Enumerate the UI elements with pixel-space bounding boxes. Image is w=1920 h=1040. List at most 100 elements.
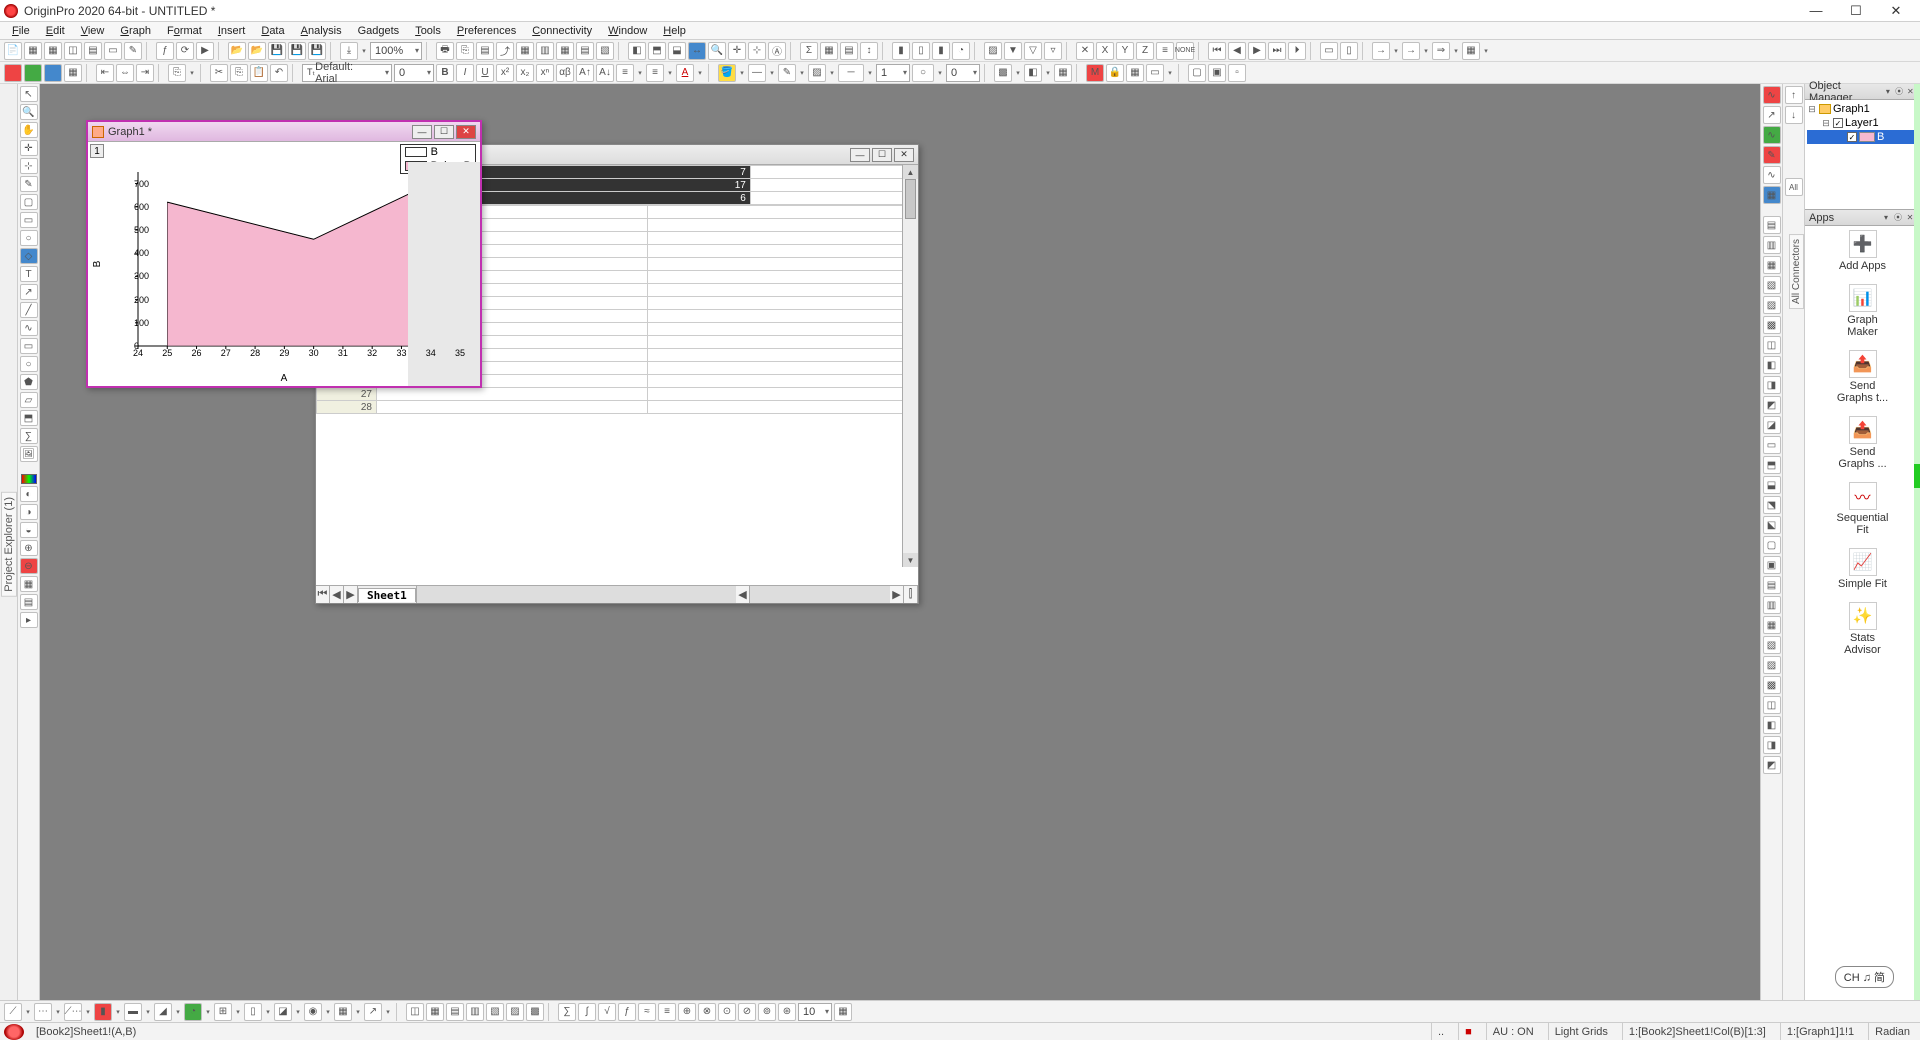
reader-button[interactable]: ✛ [728, 42, 746, 60]
mask-button[interactable]: ▨ [984, 42, 1002, 60]
save-project-button[interactable]: 💾 [308, 42, 326, 60]
rt1-5[interactable]: ∿ [1763, 166, 1781, 184]
sheet-split[interactable]: ⫿ [904, 586, 918, 603]
bt-templ-2[interactable]: ▦ [426, 1003, 444, 1021]
object-manager-header[interactable]: Object Manager ▾ ⦿ ✕ [1805, 84, 1920, 100]
checkbox-icon[interactable]: ✓ [1847, 132, 1857, 142]
print-button[interactable]: 🖶 [436, 42, 454, 60]
pan-tool[interactable]: ✋ [20, 122, 38, 138]
apps-pin-icon[interactable]: ⦿ [1892, 212, 1904, 224]
more-tool[interactable]: ▸ [20, 612, 38, 628]
insert-graph-button[interactable]: ▦ [1462, 42, 1480, 60]
new-layout-button[interactable]: ▭ [104, 42, 122, 60]
rt1-4[interactable]: ✎ [1763, 146, 1781, 164]
frame-button[interactable]: ▢ [1188, 64, 1206, 82]
superscript-button[interactable]: x² [496, 64, 514, 82]
arrow-tool[interactable]: ↗ [20, 284, 38, 300]
arrow1-button[interactable]: → [1372, 42, 1390, 60]
bt-templ-5[interactable]: ▧ [486, 1003, 504, 1021]
bt-math-12[interactable]: ⊛ [778, 1003, 796, 1021]
paste-button[interactable]: 📋 [250, 64, 268, 82]
undo-button[interactable]: ↶ [270, 64, 288, 82]
hatch-dropdown[interactable]: ▾ [1014, 64, 1022, 82]
rt1-6[interactable]: ▦ [1763, 186, 1781, 204]
rt1-29[interactable]: ▨ [1763, 656, 1781, 674]
refresh-button[interactable]: ⟳ [176, 42, 194, 60]
column-chart-button[interactable]: ▯ [912, 42, 930, 60]
screen-reader-button[interactable]: ⊹ [748, 42, 766, 60]
arrow2-dropdown[interactable]: ▾ [1422, 42, 1430, 60]
import-dropdown[interactable]: ▾ [360, 42, 368, 60]
layer-mgmt-button[interactable]: ▭ [1146, 64, 1164, 82]
roi-tool[interactable]: ○ [20, 230, 38, 246]
bt-extra[interactable]: ▦ [834, 1003, 852, 1021]
bt-math-10[interactable]: ⊘ [738, 1003, 756, 1021]
status-record-icon[interactable]: ■ [1458, 1023, 1478, 1040]
grid-button[interactable]: ▦ [1126, 64, 1144, 82]
menu-gadgets[interactable]: Gadgets [350, 22, 408, 39]
increase-font-button[interactable]: A↑ [576, 64, 594, 82]
frame-fill-button[interactable]: ▣ [1208, 64, 1226, 82]
set-x-button[interactable]: ≡ [1156, 42, 1174, 60]
pen-color-dropdown[interactable]: ▾ [798, 64, 806, 82]
cut-button[interactable]: ✂ [210, 64, 228, 82]
x-col-button[interactable]: ✕ [1076, 42, 1094, 60]
insert-eq-tool[interactable]: ∑ [20, 428, 38, 444]
bt-linescatter[interactable]: ⟋⋯ [64, 1003, 82, 1021]
none-button[interactable]: NONE [1176, 42, 1194, 60]
bt-surface[interactable]: ▦ [334, 1003, 352, 1021]
project-explorer-tab[interactable]: Project Explorer (1) [1, 492, 17, 597]
apps-scroll-thumb[interactable] [1914, 464, 1920, 488]
filter2-button[interactable]: ▽ [1024, 42, 1042, 60]
arrow2-button[interactable]: → [1402, 42, 1420, 60]
fill-color-dropdown[interactable]: ▾ [738, 64, 746, 82]
line-tool[interactable]: ╱ [20, 302, 38, 318]
add-layer-button[interactable]: ◧ [628, 42, 646, 60]
sheet-hscrollbar[interactable] [750, 586, 890, 603]
text-align-left-button[interactable]: ≡ [616, 64, 634, 82]
line-dash-button[interactable]: ─ [838, 64, 864, 82]
zoom-combo[interactable]: 100% [370, 42, 422, 60]
worksheet-minimize-button[interactable]: — [850, 148, 870, 162]
slide-button[interactable]: ▤ [476, 42, 494, 60]
rt1-1[interactable]: ∿ [1763, 86, 1781, 104]
window-minimize-button[interactable]: — [1796, 1, 1836, 21]
insert-obj-tool[interactable]: ⬒ [20, 410, 38, 426]
rt1-9[interactable]: ▦ [1763, 256, 1781, 274]
import-button[interactable]: ⤓ [340, 42, 358, 60]
rt1-8[interactable]: ▥ [1763, 236, 1781, 254]
filter-button[interactable]: ▼ [1004, 42, 1022, 60]
rt1-18[interactable]: ▭ [1763, 436, 1781, 454]
zoom-in-tool[interactable]: 🔍 [20, 104, 38, 120]
insert-img-tool[interactable]: 🖼 [20, 446, 38, 462]
new-workbook-button[interactable]: ▦ [24, 42, 42, 60]
draw-data-tool[interactable]: ✎ [20, 176, 38, 192]
menu-graph[interactable]: Graph [112, 22, 159, 39]
insert-graph-dropdown[interactable]: ▾ [1482, 42, 1490, 60]
format-3-button[interactable] [44, 64, 62, 82]
italic-button[interactable]: I [456, 64, 474, 82]
polygon-tool[interactable]: ⬟ [20, 374, 38, 390]
tree-plot-row[interactable]: ✓ B [1807, 130, 1918, 144]
decrease-font-button[interactable]: A↓ [596, 64, 614, 82]
rt1-17[interactable]: ◪ [1763, 416, 1781, 434]
line-style-button[interactable]: — [748, 64, 766, 82]
anti-alias-button[interactable]: M [1086, 64, 1104, 82]
rt1-16[interactable]: ◩ [1763, 396, 1781, 414]
window-close-button[interactable]: ✕ [1876, 1, 1916, 21]
text-valign-dropdown[interactable]: ▾ [666, 64, 674, 82]
symbol-button[interactable]: ○ [912, 64, 934, 82]
layer-button[interactable]: 1 [90, 144, 104, 158]
color-tool-6[interactable]: ▦ [20, 576, 38, 592]
bt-size-combo[interactable]: 10 [798, 1003, 832, 1021]
sheet-nav-prev[interactable]: ◀ [330, 586, 344, 603]
color-tool-1[interactable]: ◐ [20, 486, 38, 502]
pattern-button[interactable]: ▨ [808, 64, 826, 82]
object-manager-tree[interactable]: ⊟ Graph1 ⊟✓ Layer1 ✓ B [1805, 100, 1920, 210]
rt1-23[interactable]: ▢ [1763, 536, 1781, 554]
copy-button[interactable]: ⎘ [230, 64, 248, 82]
table-row[interactable]: 28 [317, 401, 918, 414]
color-tool-7[interactable]: ▤ [20, 594, 38, 610]
save-template-button[interactable]: 💾 [288, 42, 306, 60]
prev-button[interactable]: ◀ [1228, 42, 1246, 60]
